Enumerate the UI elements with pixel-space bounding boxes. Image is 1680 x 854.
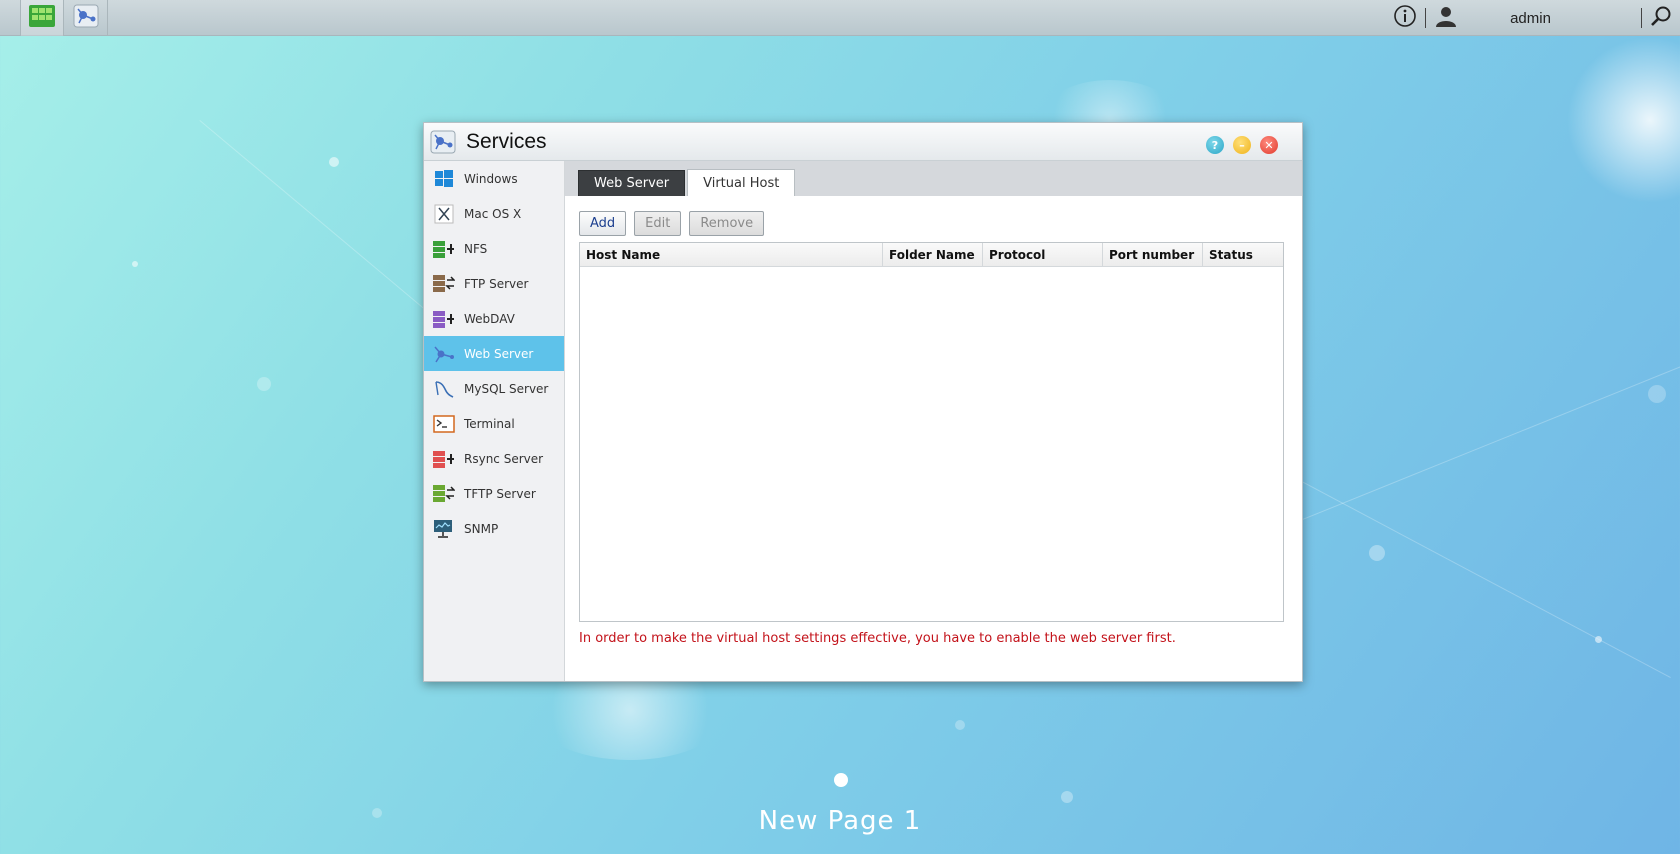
- column-header-host-name[interactable]: Host Name: [580, 243, 883, 266]
- services-icon: [430, 129, 456, 155]
- close-button[interactable]: ✕: [1260, 136, 1278, 154]
- background-dot: [955, 720, 965, 730]
- info-icon[interactable]: [1393, 4, 1417, 32]
- virtual-host-toolbar: Add Edit Remove: [579, 211, 765, 236]
- sidebar-item-label: Web Server: [464, 346, 534, 361]
- background-dot: [372, 808, 382, 818]
- sidebar-item-label: MySQL Server: [464, 381, 549, 396]
- help-button[interactable]: ?: [1206, 136, 1224, 154]
- warning-message: In order to make the virtual host settin…: [579, 631, 1176, 646]
- background-line: [1300, 362, 1680, 521]
- window-title: Services: [466, 129, 547, 153]
- window-titlebar[interactable]: Services ? – ✕: [424, 123, 1302, 161]
- web-server-icon: [432, 342, 456, 366]
- snmp-icon: [432, 517, 456, 541]
- sidebar-item-label: FTP Server: [464, 276, 529, 291]
- sidebar-item-label: WebDAV: [464, 311, 515, 326]
- background-dot: [132, 261, 138, 267]
- sidebar-item-rsync-server[interactable]: Rsync Server: [424, 441, 564, 476]
- sidebar-item-web-server[interactable]: Web Server: [424, 336, 564, 371]
- desktop-page-label: New Page 1: [758, 806, 922, 836]
- username[interactable]: admin: [1458, 10, 1633, 27]
- search-icon[interactable]: [1650, 5, 1672, 31]
- taskbar-separator: [1425, 8, 1426, 28]
- mysql-server-icon: [432, 377, 456, 401]
- sidebar-item-webdav[interactable]: WebDAV: [424, 301, 564, 336]
- background-dot: [257, 377, 271, 391]
- background-dot: [1648, 385, 1666, 403]
- column-header-port-number[interactable]: Port number: [1103, 243, 1203, 266]
- sidebar-item-label: Windows: [464, 171, 518, 186]
- sidebar-item-label: Mac OS X: [464, 206, 522, 221]
- user-icon[interactable]: [1434, 4, 1458, 32]
- sidebar-item-label: SNMP: [464, 521, 499, 536]
- background-dot: [1369, 545, 1385, 561]
- background-line: [1299, 480, 1671, 679]
- background-line: [199, 120, 430, 314]
- sidebar-item-label: Terminal: [464, 416, 515, 431]
- windows-icon: [432, 167, 456, 191]
- sidebar-item-snmp[interactable]: SNMP: [424, 511, 564, 546]
- terminal-icon: [432, 412, 456, 436]
- edit-button[interactable]: Edit: [634, 211, 682, 236]
- nfs-icon: [432, 237, 456, 261]
- background-glow: [1560, 30, 1680, 210]
- taskbar: admin: [0, 0, 1680, 36]
- service-sidebar: Windows Mac OS X NFS FTP Server WebDAV W…: [424, 161, 565, 681]
- services-app-icon: [73, 4, 99, 32]
- tab-web-server[interactable]: Web Server: [578, 170, 686, 196]
- table-body: [580, 267, 1283, 621]
- sidebar-item-mysql-server[interactable]: MySQL Server: [424, 371, 564, 406]
- mac-os-x-icon: [432, 202, 456, 226]
- sidebar-item-label: TFTP Server: [464, 486, 536, 501]
- service-content: Web Server Virtual Host Add Edit Remove …: [565, 161, 1302, 681]
- close-icon: ✕: [1264, 138, 1274, 152]
- tab-bar: Web Server Virtual Host: [565, 161, 1302, 196]
- minimize-button[interactable]: –: [1233, 136, 1251, 154]
- tftp-server-icon: [432, 482, 456, 506]
- taskbar-app-grid[interactable]: [20, 0, 64, 36]
- sidebar-item-nfs[interactable]: NFS: [424, 231, 564, 266]
- taskbar-app-services[interactable]: [64, 0, 108, 36]
- table-header: Host Name Folder Name Protocol Port numb…: [580, 243, 1283, 267]
- background-dot: [329, 157, 339, 167]
- sidebar-item-label: NFS: [464, 241, 488, 256]
- sidebar-item-label: Rsync Server: [464, 451, 544, 466]
- services-window: Services ? – ✕ Windows Mac OS X NFS FTP …: [423, 122, 1303, 682]
- column-header-protocol[interactable]: Protocol: [983, 243, 1103, 266]
- help-icon: ?: [1211, 138, 1219, 152]
- page-indicator-dot[interactable]: [834, 773, 848, 787]
- taskbar-separator: [1641, 8, 1642, 28]
- add-button[interactable]: Add: [579, 211, 627, 236]
- background-dot: [1061, 791, 1073, 803]
- ftp-server-icon: [432, 272, 456, 296]
- sidebar-item-mac-os-x[interactable]: Mac OS X: [424, 196, 564, 231]
- grid-app-icon: [29, 4, 55, 31]
- sidebar-item-tftp-server[interactable]: TFTP Server: [424, 476, 564, 511]
- column-header-status[interactable]: Status: [1203, 243, 1283, 266]
- sidebar-item-terminal[interactable]: Terminal: [424, 406, 564, 441]
- sidebar-item-ftp-server[interactable]: FTP Server: [424, 266, 564, 301]
- column-header-folder-name[interactable]: Folder Name: [883, 243, 983, 266]
- minimize-icon: –: [1239, 138, 1245, 152]
- background-dot: [1595, 636, 1602, 643]
- webdav-icon: [432, 307, 456, 331]
- sidebar-item-windows[interactable]: Windows: [424, 161, 564, 196]
- rsync-server-icon: [432, 447, 456, 471]
- tab-virtual-host[interactable]: Virtual Host: [687, 169, 796, 196]
- remove-button[interactable]: Remove: [689, 211, 765, 236]
- virtual-host-table: Host Name Folder Name Protocol Port numb…: [579, 242, 1284, 622]
